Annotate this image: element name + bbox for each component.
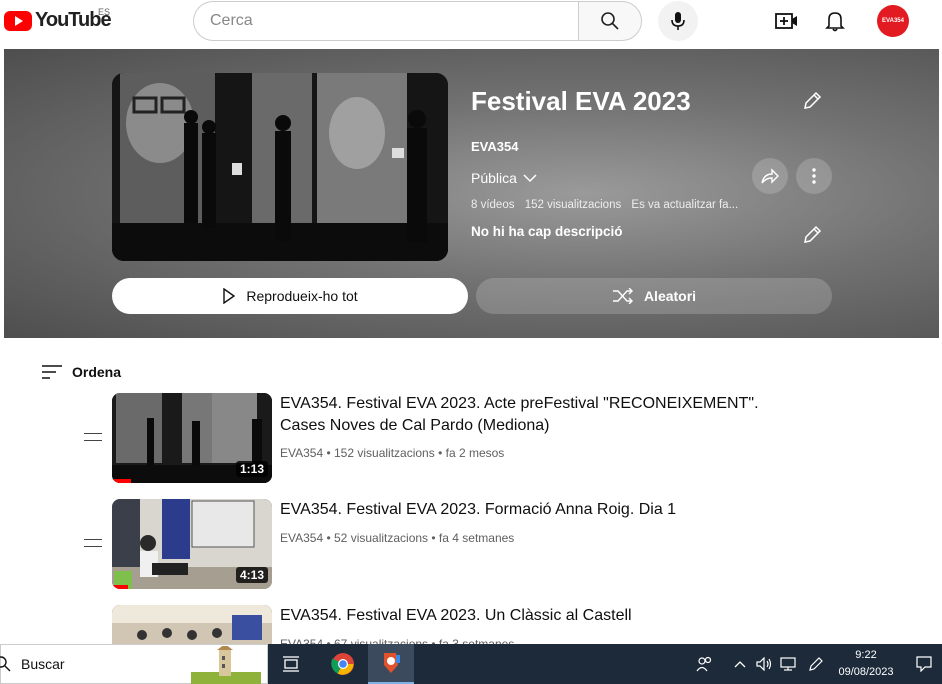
video-title[interactable]: EVA354. Festival EVA 2023. Un Clàssic al…	[280, 605, 800, 627]
youtube-logo[interactable]: YouTube	[4, 9, 112, 32]
notifications-center-button[interactable]	[910, 644, 938, 684]
play-all-button[interactable]: Reprodueix-ho tot	[112, 278, 468, 314]
share-icon	[761, 168, 779, 184]
pen-button[interactable]	[805, 644, 827, 684]
search-button[interactable]	[578, 1, 642, 41]
chevron-up-icon	[734, 661, 746, 668]
chat-bubble-icon	[916, 656, 932, 672]
mic-icon	[671, 12, 685, 30]
sort-button[interactable]: Ordena	[42, 364, 121, 380]
youtube-play-icon	[4, 10, 32, 31]
taskbar-search-label: Buscar	[21, 656, 65, 672]
playlist-title: Festival EVA 2023	[471, 86, 691, 116]
network-icon	[780, 657, 796, 671]
volume-icon	[756, 657, 772, 671]
playlist-channel[interactable]: EVA354	[471, 139, 518, 154]
privacy-dropdown[interactable]: Pública	[471, 170, 537, 186]
windows-taskbar: Buscar 9:22 09/08/2023	[0, 644, 942, 684]
taskbar-clock[interactable]: 9:22 09/08/2023	[833, 647, 899, 681]
share-button[interactable]	[752, 158, 788, 194]
playlist-stats: 8 vídeos 152 visualitzacions Es va actua…	[471, 199, 745, 211]
search-icon	[0, 656, 11, 672]
video-meta: EVA354 • 152 visualitzacions • fa 2 meso…	[280, 446, 505, 460]
pencil-icon	[804, 91, 822, 109]
pen-icon	[809, 657, 823, 671]
playlist-header: Festival EVA 2023 EVA354 Pública 8 vídeo…	[4, 49, 939, 338]
video-thumbnail[interactable]: 4:13	[112, 499, 272, 589]
taskbar-search-box[interactable]: Buscar	[0, 644, 268, 684]
app-icon	[384, 653, 400, 673]
play-all-label: Reprodueix-ho tot	[246, 288, 358, 304]
chevron-down-icon	[523, 174, 537, 183]
create-button[interactable]	[774, 8, 800, 34]
bell-icon	[825, 12, 845, 32]
show-hidden-icons-button[interactable]	[731, 644, 749, 684]
watch-progress-bar	[112, 585, 128, 589]
people-button[interactable]	[693, 644, 717, 684]
edit-description-button[interactable]	[801, 224, 823, 246]
create-icon	[775, 13, 797, 29]
sort-label: Ordena	[72, 364, 122, 380]
chrome-icon	[331, 653, 354, 675]
task-view-button[interactable]	[268, 644, 314, 684]
avatar-text: EVA354	[882, 18, 904, 24]
search-highlight-illustration-icon	[191, 646, 261, 684]
network-button[interactable]	[778, 644, 800, 684]
account-avatar[interactable]: EVA354	[877, 5, 909, 37]
watch-progress-bar	[112, 479, 132, 483]
video-duration: 1:13	[235, 461, 268, 477]
playlist-video-item[interactable]: 4:13 EVA354. Festival EVA 2023. Formació…	[80, 499, 840, 595]
region-code: ES	[98, 7, 111, 17]
privacy-label: Pública	[471, 170, 517, 186]
notifications-button[interactable]	[822, 8, 848, 34]
search-placeholder: Cerca	[210, 12, 253, 29]
pencil-icon	[804, 225, 822, 243]
taskbar-active-app[interactable]	[368, 644, 414, 684]
shuffle-icon	[612, 288, 633, 304]
clock-time: 9:22	[855, 649, 877, 661]
playlist-video-item[interactable]: 1:13 EVA354. Festival EVA 2023. Acte pre…	[80, 393, 840, 489]
video-duration: 4:13	[235, 567, 268, 583]
video-count: 8 vídeos	[471, 199, 515, 211]
drag-handle-icon[interactable]	[84, 539, 102, 547]
people-icon	[696, 656, 712, 672]
video-title[interactable]: EVA354. Festival EVA 2023. Acte preFesti…	[280, 393, 800, 437]
video-meta: EVA354 • 52 visualitzacions • fa 4 setma…	[280, 531, 515, 545]
shuffle-label: Aleatori	[643, 288, 697, 304]
playlist-description: No hi ha cap descripció	[471, 224, 623, 239]
updated-time: Es va actualitzar fa...	[631, 199, 739, 211]
drag-handle-icon[interactable]	[84, 433, 102, 441]
search-input[interactable]: Cerca	[193, 1, 579, 41]
video-thumbnail[interactable]: 1:13	[112, 393, 272, 483]
task-view-icon	[283, 656, 299, 672]
playlist-thumbnail[interactable]	[112, 73, 448, 261]
top-bar: YouTube ES Cerca EVA354	[0, 0, 942, 44]
play-icon	[223, 288, 236, 304]
clock-date: 09/08/2023	[838, 666, 894, 678]
shuffle-button[interactable]: Aleatori	[476, 278, 832, 314]
video-title[interactable]: EVA354. Festival EVA 2023. Formació Anna…	[280, 499, 800, 521]
sort-icon	[42, 365, 62, 379]
view-count: 152 visualitzacions	[524, 199, 622, 211]
voice-search-button[interactable]	[658, 1, 698, 41]
more-options-button[interactable]	[796, 158, 832, 194]
edit-title-button[interactable]	[801, 90, 823, 112]
volume-button[interactable]	[754, 644, 776, 684]
search-icon	[601, 12, 619, 30]
performance-photo	[112, 73, 448, 261]
taskbar-chrome[interactable]	[320, 644, 366, 684]
more-vert-icon	[812, 168, 816, 184]
